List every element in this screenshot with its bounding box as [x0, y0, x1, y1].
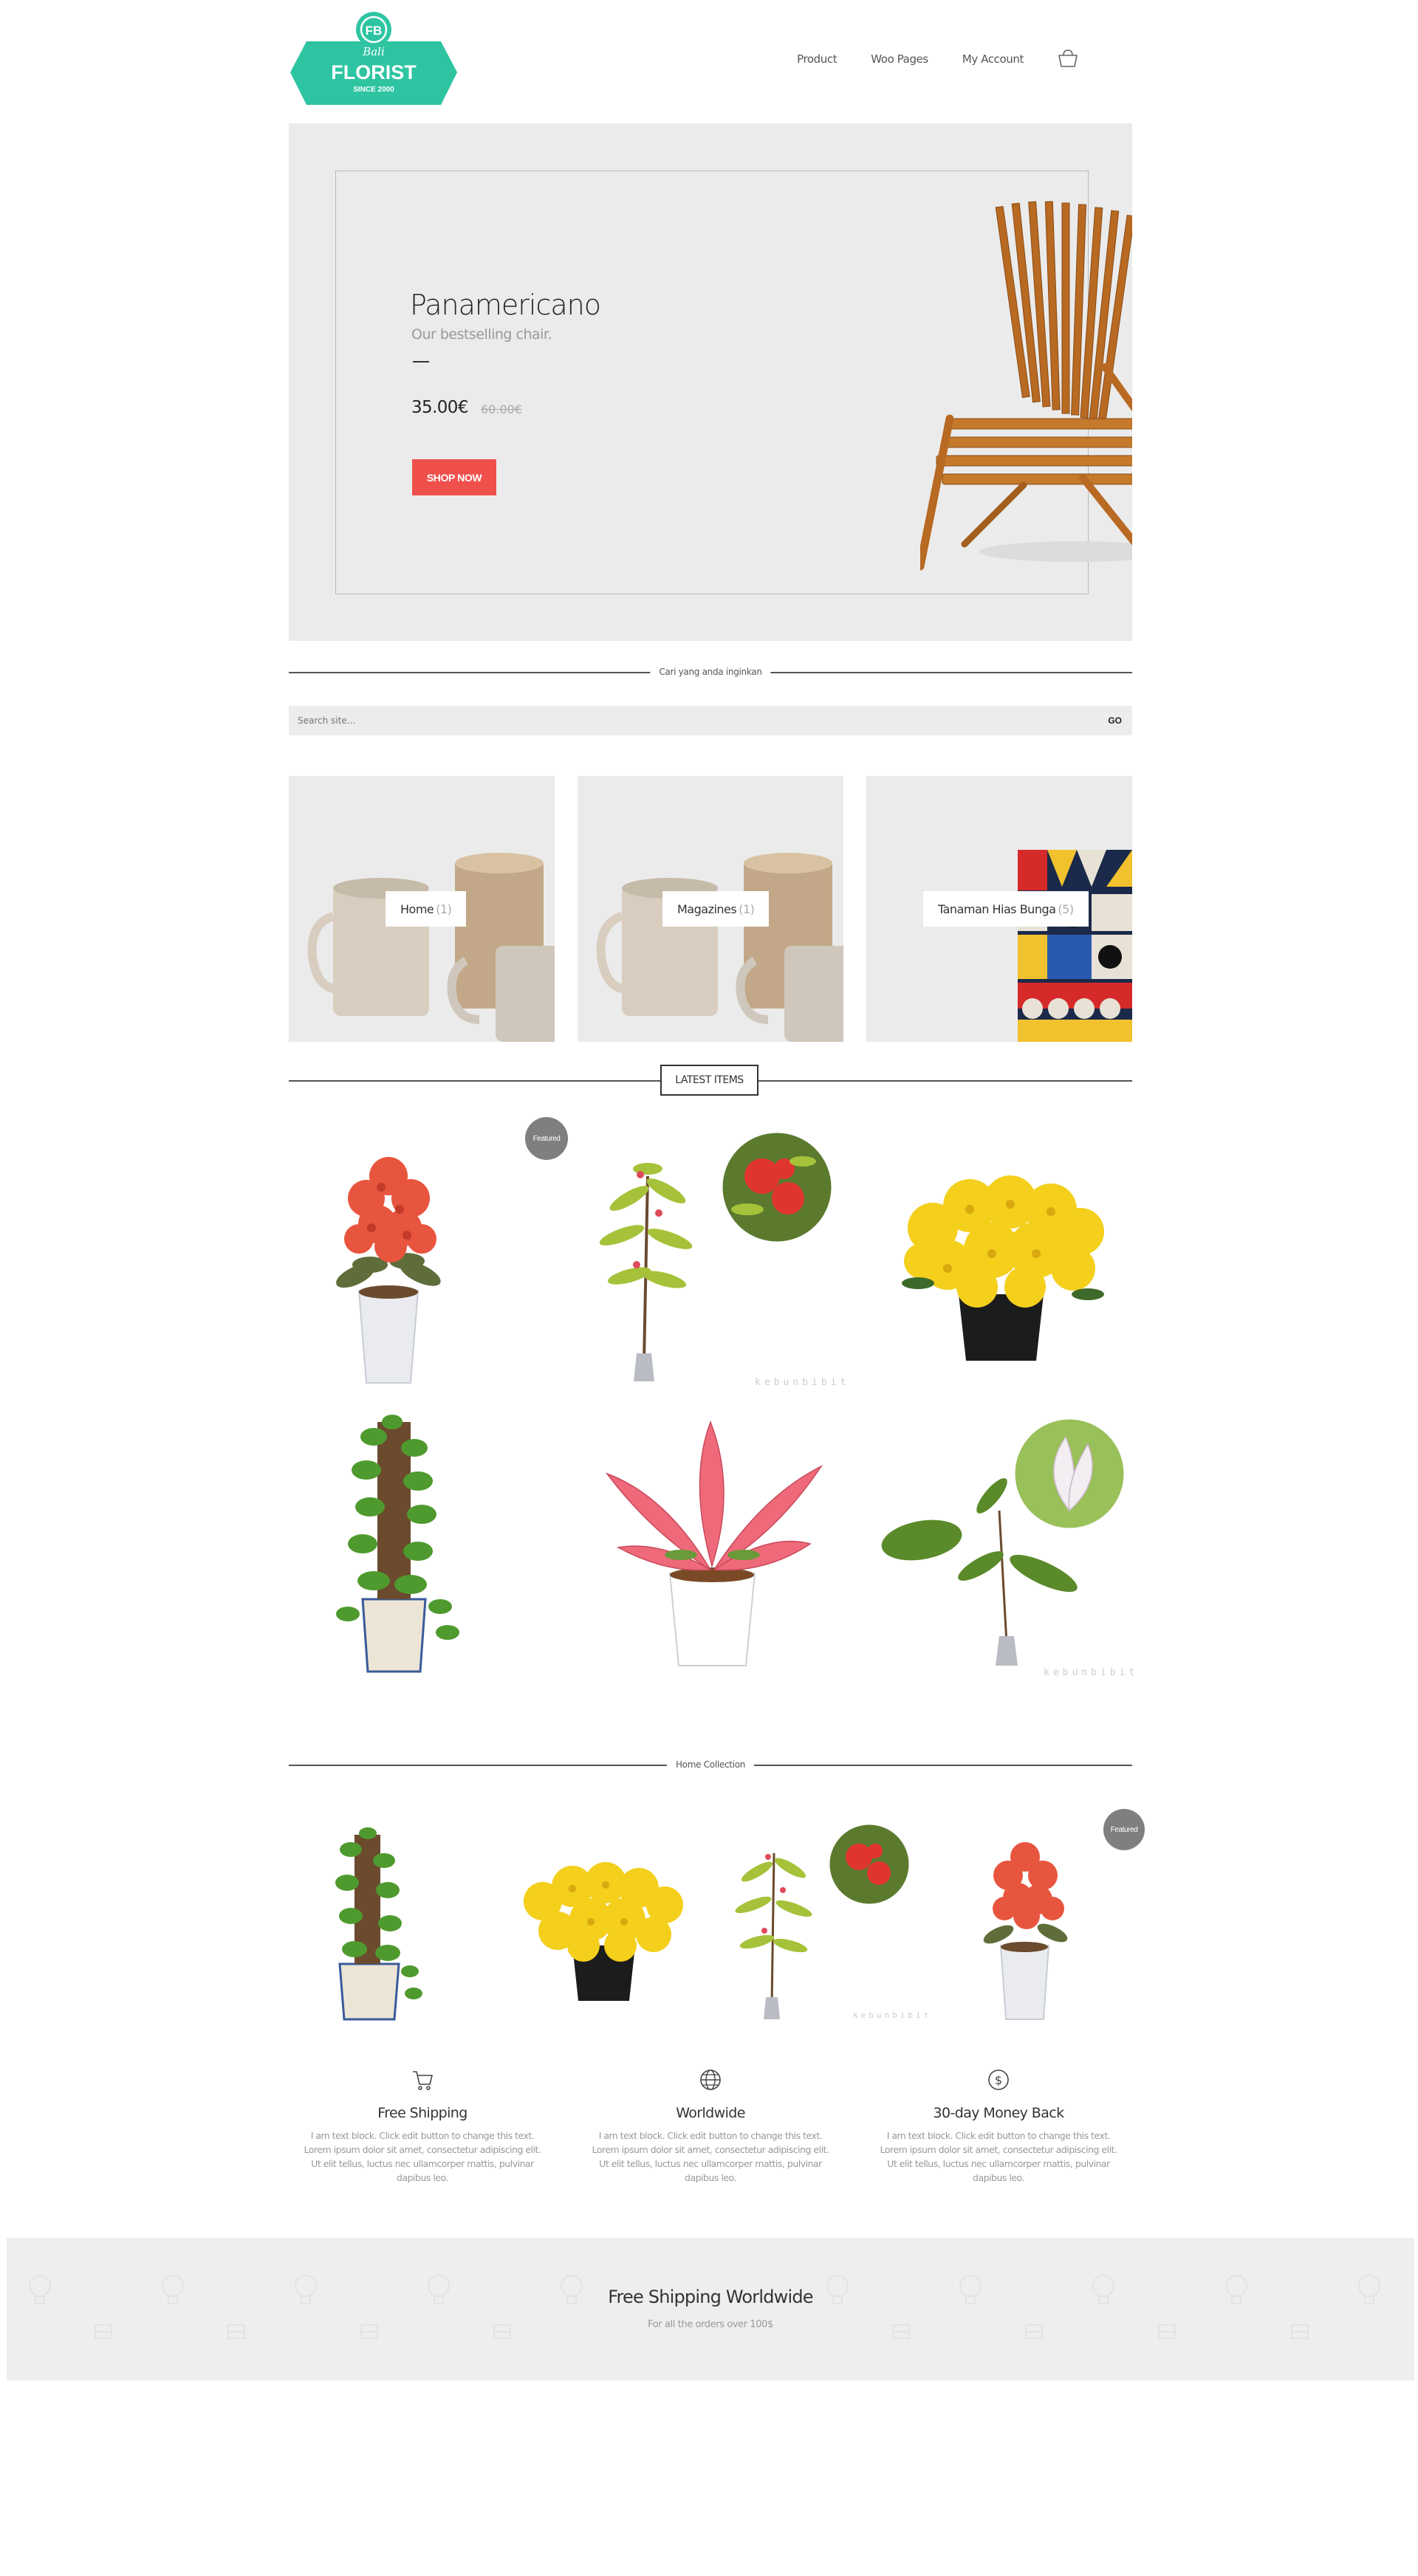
- search-go-button[interactable]: GO: [1108, 715, 1122, 726]
- logo-monogram: FB: [366, 24, 383, 38]
- potted-red-flower-image: [336, 1157, 441, 1384]
- main-nav: Product Woo Pages My Account: [797, 49, 1078, 69]
- nav-link-my-account[interactable]: My Account: [962, 52, 1024, 66]
- feature-text: I am text block. Click edit button to ch…: [592, 2130, 829, 2183]
- feature-text: I am text block. Click edit button to ch…: [304, 2130, 541, 2183]
- feature-free-shipping: Free Shipping I am text block. Click edi…: [293, 2067, 552, 2185]
- magnolia-seedling-image: [881, 1417, 1126, 1666]
- home-collection-label: Home Collection: [666, 1759, 755, 1770]
- hero-title: Panamericano: [410, 289, 601, 321]
- category-label: Magazines (1): [662, 891, 770, 927]
- logo-name: FLORIST: [331, 61, 417, 83]
- hero-old-price: 60.00€: [481, 402, 522, 416]
- feature-title: Worldwide: [676, 2105, 745, 2121]
- feature-title: 30-day Money Back: [933, 2105, 1065, 2121]
- featured-badge: Featured: [1103, 1809, 1145, 1850]
- banner-subtitle: For all the orders over 100$: [648, 2319, 773, 2330]
- latest-items-title: LATEST ITEMS: [660, 1065, 758, 1096]
- product-card[interactable]: [578, 1407, 846, 1676]
- feature-title: Free Shipping: [377, 2105, 467, 2121]
- yellow-chrysanthemum-image: [902, 1175, 1104, 1361]
- banner-title: Free Shipping Worldwide: [608, 2287, 813, 2307]
- product-card[interactable]: kebunbibit: [578, 1117, 850, 1388]
- product-card[interactable]: [866, 1117, 1135, 1386]
- search-bar: GO: [289, 706, 1132, 735]
- pink-aglaonema-image: [605, 1420, 823, 1666]
- pothos-plant-image: [336, 1415, 459, 1673]
- collection-item[interactable]: [310, 1820, 458, 2027]
- hero-subtitle: Our bestselling chair.: [411, 326, 552, 343]
- category-card-home[interactable]: Home (1): [289, 776, 555, 1042]
- category-label: Tanaman Hias Bunga (5): [923, 891, 1089, 927]
- globe-icon: [700, 2070, 721, 2090]
- pothos-plant-image: [335, 1827, 422, 2021]
- nav-link-product[interactable]: Product: [797, 52, 838, 66]
- hero-divider: [413, 361, 429, 363]
- product-card[interactable]: [289, 1407, 558, 1676]
- featured-badge: Featured: [525, 1117, 568, 1160]
- category-count: (1): [739, 901, 755, 916]
- chair-image: [920, 201, 1132, 571]
- product-card[interactable]: Featured: [289, 1117, 568, 1386]
- feature-text: I am text block. Click edit button to ch…: [880, 2130, 1117, 2183]
- dollar-icon: $: [988, 2070, 1009, 2090]
- feature-money-back: $ 30-day Money Back I am text block. Cli…: [869, 2067, 1128, 2185]
- yellow-chrysanthemum-image: [524, 1862, 683, 2001]
- collection-item[interactable]: [502, 1820, 709, 2027]
- category-label: Home (1): [386, 891, 467, 927]
- nav-link-woo-pages[interactable]: Woo Pages: [871, 52, 928, 66]
- category-name: Home: [400, 901, 434, 916]
- category-count: (1): [436, 901, 452, 916]
- category-card-magazines[interactable]: Magazines (1): [578, 776, 843, 1042]
- shop-now-button[interactable]: SHOP NOW: [412, 459, 496, 495]
- logo-script: Bali: [362, 45, 385, 58]
- logo-tagline: SINCE 2000: [353, 86, 394, 94]
- category-card-tanaman-hias-bunga[interactable]: Tanaman Hias Bunga (5): [866, 776, 1132, 1042]
- hero-price: 35.00€: [411, 398, 468, 417]
- flowering-shrub-image: [599, 1130, 834, 1381]
- site-logo[interactable]: FB Bali FLORIST SINCE 2000: [290, 9, 457, 112]
- feature-worldwide: Worldwide I am text block. Click edit bu…: [581, 2067, 840, 2185]
- collection-item[interactable]: Featured: [960, 1809, 1145, 2027]
- cart-icon[interactable]: [1058, 49, 1078, 69]
- free-shipping-banner: Free Shipping Worldwide For all the orde…: [7, 2238, 1414, 2380]
- flowering-shrub-image: [735, 1822, 911, 2019]
- product-watermark: kebunbibit: [755, 1377, 850, 1388]
- product-watermark: kebunbibit: [853, 2010, 932, 2020]
- hero-slider: Panamericano Our bestselling chair. 35.0…: [289, 123, 1132, 641]
- cart-icon: [413, 2071, 433, 2090]
- category-name: Tanaman Hias Bunga: [938, 901, 1056, 916]
- category-name: Magazines: [677, 901, 737, 916]
- banner-pattern: [29, 2275, 1380, 2339]
- search-section-label: Cari yang anda inginkan: [650, 667, 771, 677]
- svg-text:$: $: [995, 2073, 1002, 2087]
- category-count: (5): [1058, 901, 1074, 916]
- product-card[interactable]: kebunbibit: [866, 1407, 1139, 1678]
- search-input[interactable]: [298, 715, 593, 726]
- collection-item[interactable]: kebunbibit: [727, 1820, 928, 2027]
- product-watermark: kebunbibit: [1044, 1667, 1139, 1678]
